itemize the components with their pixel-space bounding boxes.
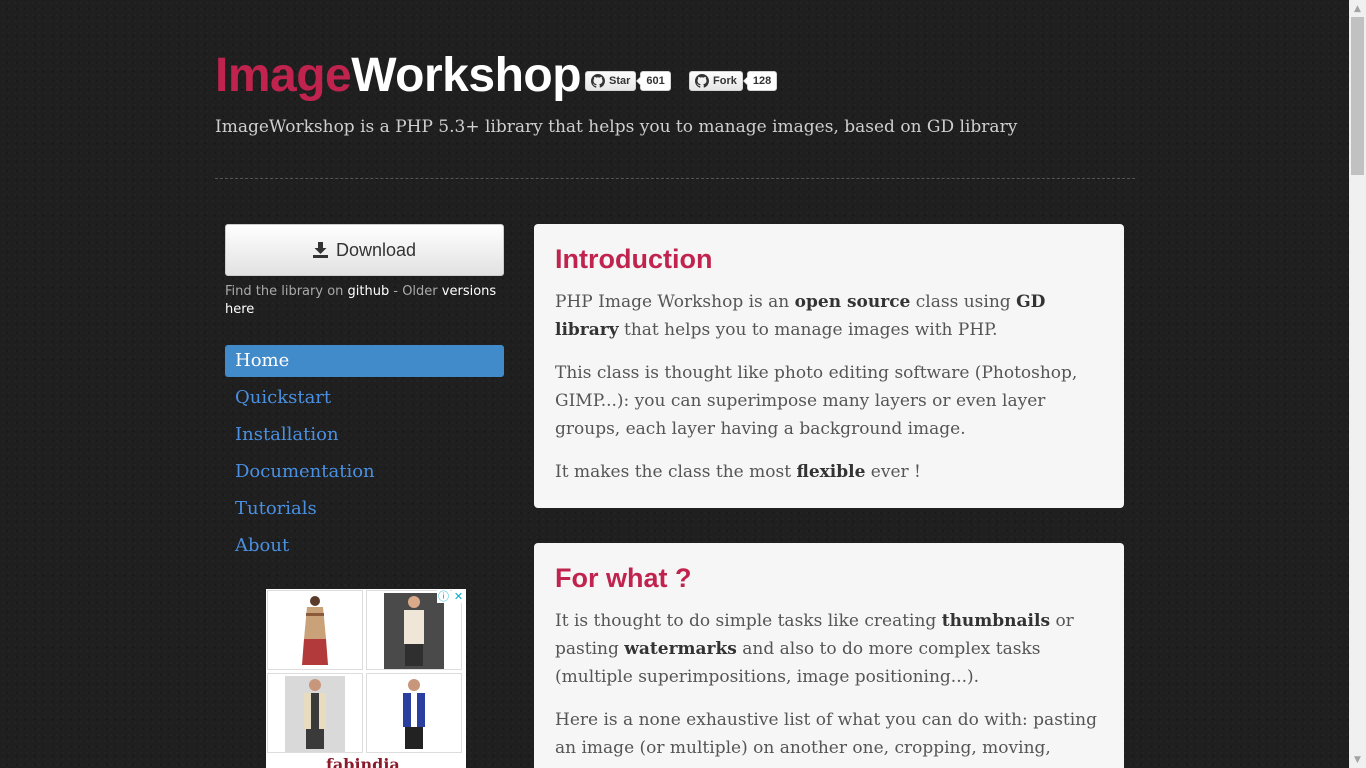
section-for-what: For what ? It is thought to do simple ta… (534, 543, 1124, 768)
paragraph: Here is a none exhaustive list of what y… (555, 710, 1098, 768)
scrollbar-thumb[interactable] (1351, 17, 1364, 175)
text: ever ! (870, 462, 921, 482)
ad-product-image (285, 676, 345, 752)
versions-link[interactable]: versions (442, 284, 496, 299)
scroll-up-icon[interactable]: ▲ (1349, 0, 1366, 17)
github-star-widget: Star 601 (585, 71, 671, 91)
site-title-image: Image (215, 49, 352, 102)
page: ImageWorkshop Star 601 Fork 128 ImageWor… (0, 0, 1349, 768)
header-divider (215, 178, 1135, 179)
github-fork-label: Fork (713, 75, 737, 87)
ad-product-tile[interactable] (366, 673, 462, 753)
text: It is thought to do simple tasks like cr… (555, 611, 937, 631)
ad-info-icon[interactable]: ⓘ (437, 590, 450, 603)
ad-product-image (384, 593, 444, 669)
text: PHP Image Workshop is an (555, 292, 790, 312)
ad-product-image (302, 596, 328, 665)
sidebar-nav: Home Quickstart Installation Documentati… (225, 345, 504, 567)
text: It makes the class the most (555, 462, 792, 482)
text: that helps you to manage images with PHP… (624, 320, 998, 340)
section-title: For what ? (555, 563, 692, 593)
text: class using (915, 292, 1011, 312)
ad-product-tile[interactable] (267, 590, 363, 670)
nav-item-home[interactable]: Home (225, 345, 504, 377)
section-title: Introduction (555, 244, 713, 274)
nav-item-tutorials[interactable]: Tutorials (225, 493, 504, 525)
section-introduction: Introduction PHP Image Workshop is an op… (534, 224, 1124, 508)
nav-item-installation[interactable]: Installation (225, 419, 504, 451)
github-star-button[interactable]: Star (585, 71, 637, 91)
ad-product-image (403, 679, 425, 749)
ad-close-icon[interactable]: ✕ (452, 590, 465, 603)
advertisement[interactable]: ⓘ ✕ fabindia (266, 589, 466, 768)
download-label: Download (335, 239, 417, 260)
find-text-1: Find the library on (225, 284, 344, 299)
github-link[interactable]: github (348, 284, 390, 299)
paragraph: This class is thought like photo editing… (555, 363, 1078, 439)
site-title[interactable]: ImageWorkshop (215, 48, 582, 104)
ad-product-tile[interactable] (267, 673, 363, 753)
nav-item-quickstart[interactable]: Quickstart (225, 382, 504, 414)
find-text-2: - Older (393, 284, 438, 299)
download-icon (312, 242, 328, 258)
github-fork-widget: Fork 128 (689, 71, 778, 91)
vertical-scrollbar[interactable]: ▲ ▼ (1349, 0, 1366, 768)
download-button[interactable]: Download (225, 224, 504, 276)
site-title-workshop: Workshop (351, 49, 582, 102)
github-icon (591, 74, 605, 88)
github-fork-count[interactable]: 128 (742, 71, 778, 91)
bold-text: flexible (796, 462, 866, 482)
scroll-down-icon[interactable]: ▼ (1349, 751, 1366, 768)
paragraph: It is thought to do simple tasks like cr… (555, 607, 1104, 691)
github-star-label: Star (609, 75, 631, 87)
bold-text: thumbnails (941, 611, 1051, 631)
bold-text: open source (794, 292, 911, 312)
nav-item-documentation[interactable]: Documentation (225, 456, 504, 488)
paragraph: It makes the class the most flexible eve… (555, 458, 1104, 486)
github-icon (695, 74, 709, 88)
here-link[interactable]: here (225, 302, 254, 317)
site-tagline: ImageWorkshop is a PHP 5.3+ library that… (215, 117, 1018, 137)
ad-brand-logo: fabindia (326, 755, 400, 768)
paragraph: PHP Image Workshop is an open source cla… (555, 288, 1104, 344)
github-star-count[interactable]: 601 (636, 71, 671, 91)
ad-controls: ⓘ ✕ (437, 590, 465, 603)
nav-item-about[interactable]: About (225, 530, 504, 562)
github-fork-button[interactable]: Fork (689, 71, 743, 91)
bold-text: watermarks (624, 639, 737, 659)
find-library-text: Find the library on github - Older versi… (225, 283, 505, 319)
